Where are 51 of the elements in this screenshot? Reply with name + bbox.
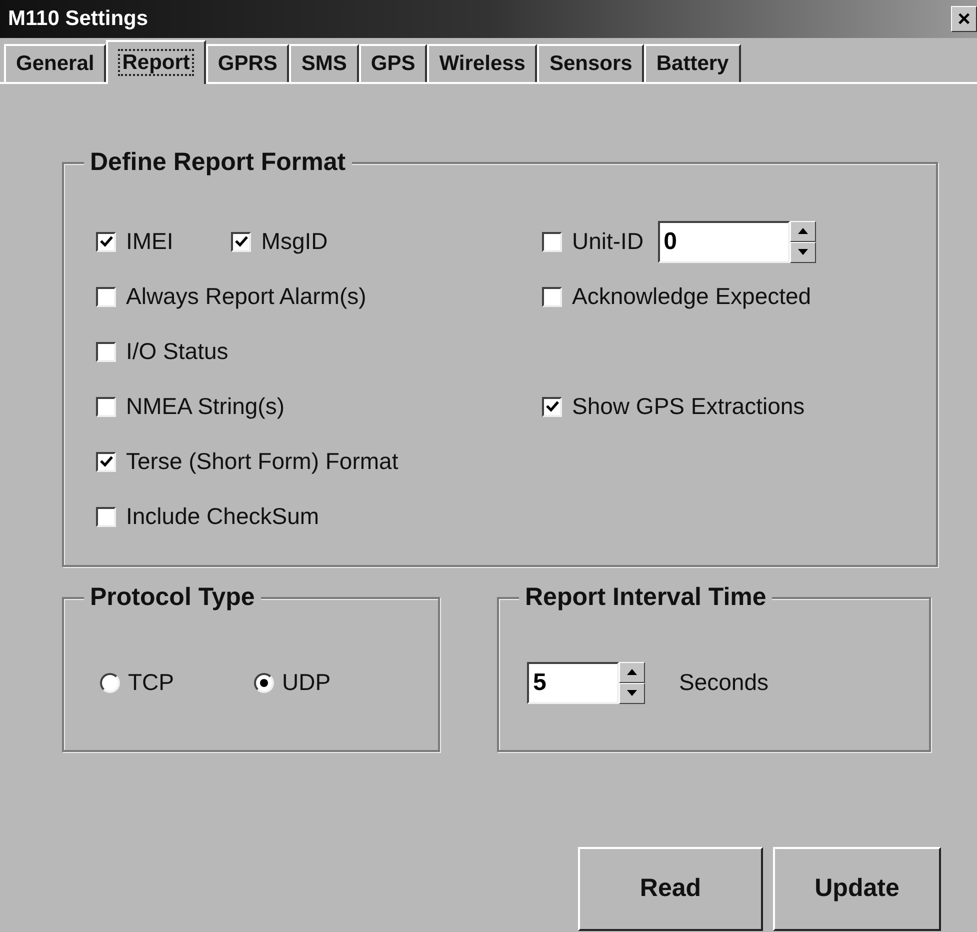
down-arrow-icon — [798, 249, 808, 255]
up-arrow-icon — [627, 669, 637, 675]
spin-down-button[interactable] — [619, 682, 645, 704]
checkbox[interactable] — [542, 396, 562, 416]
action-button[interactable]: Read — [578, 847, 763, 931]
tab[interactable]: Battery — [644, 44, 741, 82]
number-field[interactable]: 5 — [527, 662, 619, 704]
checkbox-option[interactable]: IMEI — [96, 224, 174, 259]
close-button[interactable]: × — [951, 6, 977, 32]
checkbox-option[interactable]: Acknowledge Expected — [542, 279, 812, 314]
checkbox-option[interactable]: I/O Status — [96, 334, 228, 369]
checkbox[interactable] — [542, 232, 562, 252]
tab[interactable]: GPRS — [206, 44, 290, 82]
checkbox[interactable] — [542, 286, 562, 306]
checkbox[interactable] — [96, 452, 116, 472]
number-field[interactable]: 0 — [658, 220, 790, 262]
tab[interactable]: SMS — [289, 44, 359, 82]
action-button[interactable]: Update — [773, 847, 941, 931]
tab[interactable]: GPS — [358, 44, 428, 82]
radio-option[interactable]: TCP — [100, 665, 174, 700]
checkbox[interactable] — [231, 232, 252, 252]
checkbox[interactable] — [96, 396, 116, 416]
radio-option[interactable]: UDP — [254, 665, 331, 700]
checkbox[interactable] — [96, 506, 116, 526]
check-icon — [100, 456, 112, 467]
window-title: M110 Settings — [8, 6, 148, 32]
radio-button[interactable] — [100, 672, 120, 692]
checkbox-option[interactable]: NMEA String(s) — [96, 389, 284, 424]
radio-button[interactable] — [254, 672, 274, 692]
check-icon — [234, 236, 248, 247]
spin-up-button[interactable] — [619, 662, 645, 682]
check-icon — [546, 401, 558, 412]
checkbox-option[interactable]: Always Report Alarm(s) — [96, 279, 366, 314]
tab[interactable]: Wireless — [427, 44, 538, 82]
checkbox-option[interactable]: Include CheckSum — [96, 499, 320, 534]
down-arrow-icon — [627, 690, 637, 696]
spin-up-button[interactable] — [790, 220, 816, 242]
tab[interactable]: General — [4, 44, 106, 82]
tab[interactable]: Report — [106, 40, 206, 84]
checkbox[interactable] — [96, 232, 116, 252]
spin-down-button[interactable] — [790, 242, 816, 262]
checkbox-option[interactable]: Unit-ID — [542, 224, 644, 259]
checkbox[interactable] — [96, 286, 116, 306]
checkbox-option[interactable]: Terse (Short Form) Format — [96, 444, 398, 479]
tab[interactable]: Sensors — [537, 44, 644, 82]
checkbox-option[interactable]: MsgID — [231, 224, 328, 259]
checkbox[interactable] — [96, 342, 116, 362]
check-icon — [100, 236, 112, 247]
up-arrow-icon — [798, 228, 808, 234]
unit-label: Seconds — [679, 668, 769, 698]
checkbox-option[interactable]: Show GPS Extractions — [542, 389, 805, 424]
